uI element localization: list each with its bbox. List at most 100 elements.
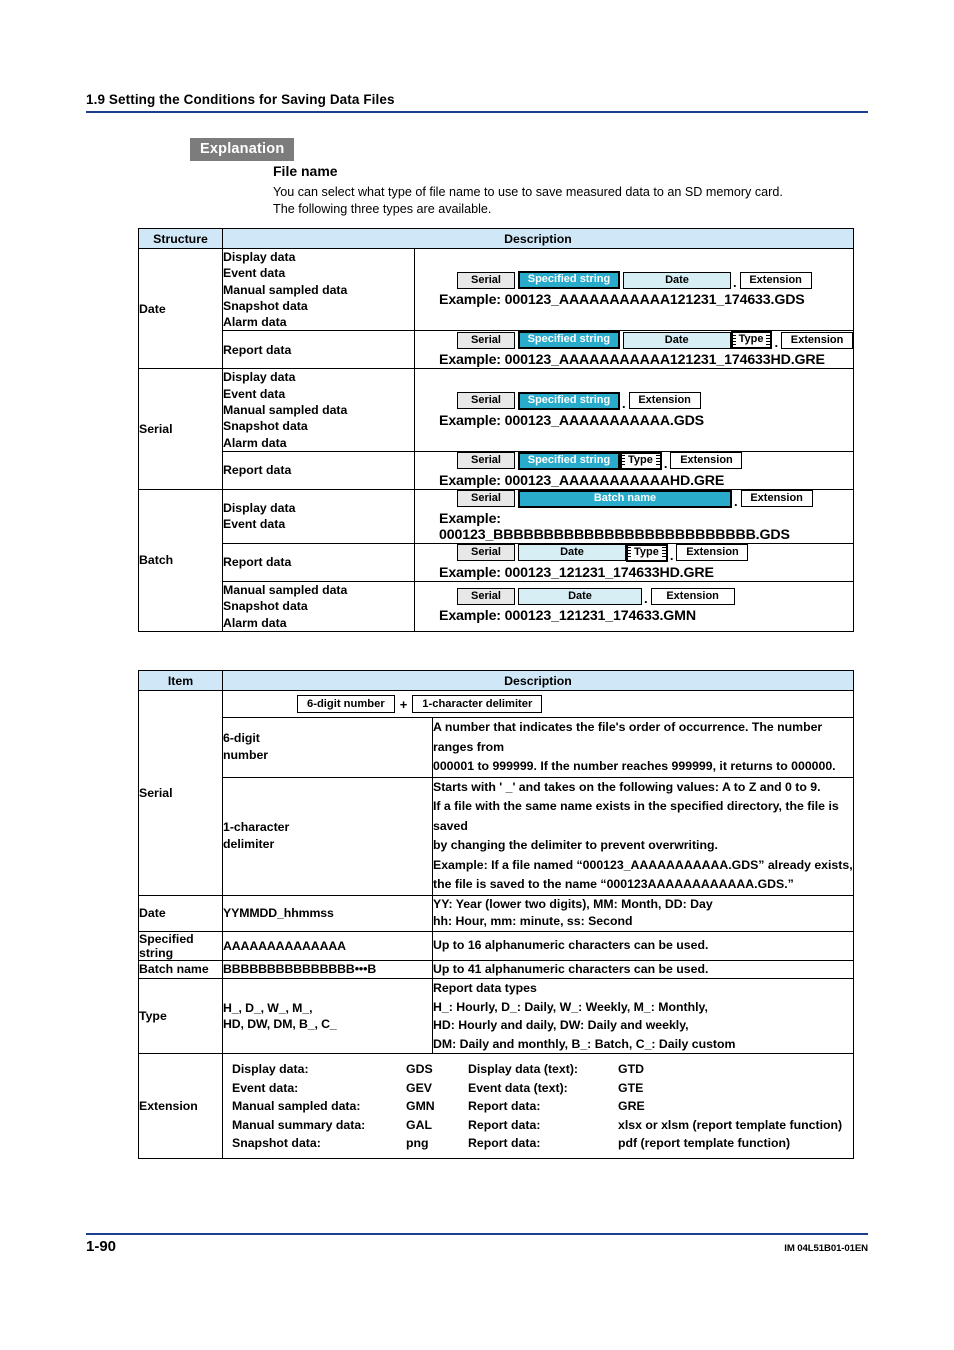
item-cell-date: Date [138,894,223,932]
description-cell: Serial Date . Extension Example: 000123_… [414,580,854,632]
description-cell: Serial Specified string . Extension Exam… [414,368,854,452]
data-type-line: Event data [223,517,286,532]
separator-dot: . [774,335,779,351]
extension-left-value: png [406,1136,429,1150]
example-filename: Example: 000123_AAAAAAAAAAAHD.GRE [439,472,725,489]
filename-diagram: Serial Batch name . Extension [457,489,853,508]
plus-operator: + [399,696,408,712]
item-description-extension: Display data: GDS Display data (text): GTD E… [222,1053,854,1160]
table-row: Report data Serial Date Type . Extension… [139,542,854,582]
extension-right-value: pdf (report template function) [618,1136,791,1150]
table-row: Batch name BBBBBBBBBBBBBBB•••B Up to 41 … [138,959,854,979]
table-row: Manual sampled data Snapshot data Alarm … [139,580,854,632]
desc-line: by changing the delimiter to prevent ove… [433,838,718,852]
filename-diagram: Serial Specified string Date . Extension [457,271,853,291]
item-description-date: YY: Year (lower two digits), MM: Month, … [432,894,854,932]
table-row: Specified string AAAAAAAAAAAAAA Up to 16… [138,930,854,961]
segment-1-character-delimiter: 1-character delimiter [412,695,543,713]
item-description-type: Report data types H_: Hourly, D_: Daily,… [432,977,854,1055]
extension-left-label: Display data: [232,1062,309,1077]
example-filename: Example: 000123_AAAAAAAAAAA.GDS [439,412,704,429]
structure-cell-date: Date [138,247,223,370]
item-detail-table: Item Description Serial 6-digit number +… [138,670,854,1160]
segment-batch-name: Batch name [518,489,732,508]
column-header-description: Description [222,670,854,691]
structure-cell-serial: Serial [138,368,223,490]
table-row: Type H_, D_, W_, M_, HD, DW, DM, B_, C_ … [138,977,854,1055]
sub-item-label-1-character-delimiter: 1-character delimiter [222,776,433,896]
segment-date: Date [623,271,731,289]
desc-line: DM: Daily and monthly, B_: Batch, C_: Da… [433,1036,736,1051]
data-types-cell: Display data Event data Manual sampled d… [222,368,415,452]
segment-serial: Serial [457,392,515,410]
filename-diagram: Serial Specified string Date Type . Exte… [457,331,854,351]
example-filename: Example: 000123_121231_174633.GMN [439,608,696,625]
running-head: 1.9 Setting the Conditions for Saving Da… [86,92,868,113]
structure-table: Structure Description Date Display data … [138,228,854,632]
filename-diagram: Serial Specified string Type . Extension [457,451,853,470]
intro-line-2: The following three types are available. [273,201,492,216]
value-line: HD, DW, DM, B_, C_ [223,1017,337,1032]
data-type-line: Display data [223,501,296,516]
extension-right-label: Display data (text): [468,1062,579,1077]
item-cell-extension: Extension [138,1053,223,1160]
data-type-line: Alarm data [223,615,287,630]
data-type-line: Alarm data [223,315,287,330]
description-cell: Serial Date Type . Extension Example: 00… [414,542,854,582]
label-line: Specified [139,931,194,946]
intro-line-1: You can select what type of file name to… [273,185,783,199]
item-cell-type: Type [138,977,223,1055]
item-value-type: H_, D_, W_, M_, HD, DW, DM, B_, C_ [222,977,433,1055]
table-row: Date Display data Event data Manual samp… [138,247,854,370]
data-types-cell: Manual sampled data Snapshot data Alarm … [222,580,415,632]
value-line: H_, D_, W_, M_, [223,1000,313,1015]
segment-type: Type [620,451,662,470]
data-type-line: Alarm data [223,435,287,450]
table-row: Report data Serial Specified string Type… [139,450,854,490]
separator-dot: . [733,275,737,291]
desc-line: Example: If a file named “000123_AAAAAAA… [433,857,853,872]
table-row: Batch Display data Event data Serial Bat… [138,488,854,632]
item-cell-specified-string: Specified string [138,930,223,961]
extension-right-value: xlsx or xlsm (report template function) [618,1117,843,1132]
table-row: Serial Display data Event data Manual sa… [138,368,854,490]
desc-line: A number that indicates the file's order… [433,720,823,754]
example-filename: Example: 000123_AAAAAAAAAAA121231_174633… [439,292,805,309]
table-row: Extension Display data: GDS Display data (… [138,1053,854,1160]
label-line: string [139,945,174,960]
item-description-batch-name: Up to 41 alphanumeric characters can be … [432,959,854,979]
desc-line: Report data types [433,981,537,995]
desc-line: HD: Hourly and daily, DW: Daily and week… [433,1018,689,1033]
column-header-description: Description [222,228,854,249]
page-title: File name [273,163,338,179]
table-header-row: Item Description [138,670,854,691]
data-type-line: Manual sampled data [223,282,348,297]
extension-right-label: Report data: [468,1117,541,1132]
segment-extension: Extension [628,392,701,410]
serial-composition-diagram: 6-digit number + 1-character delimiter [223,691,853,717]
segment-extension: Extension [739,271,812,289]
data-types-cell: Display data Event data [222,488,415,544]
extension-grid: Display data: GDS Display data (text): GTD E… [223,1054,853,1158]
desc-line: 000001 to 999999. If the number reaches … [433,759,836,773]
table-header-row: Structure Description [138,228,854,249]
extension-left-label: Event data: [232,1080,299,1095]
label-line: 1-character [223,820,290,834]
extension-right-label: Report data: [468,1099,541,1114]
segment-serial: Serial [457,588,515,606]
item-description-specified-string: Up to 16 alphanumeric characters can be … [432,930,854,961]
column-header-item: Item [138,670,223,691]
data-type-line: Snapshot data [223,599,308,614]
sub-item-description: Starts with ' _' and takes on the follow… [432,776,854,896]
item-cell-serial: Serial [138,690,223,896]
table-row: Report data Serial Specified string Date… [139,330,854,370]
data-type-line: Event data [223,386,286,401]
extension-left-label: Manual summary data: [232,1117,366,1132]
segment-serial: Serial [457,271,515,289]
desc-line: H_: Hourly, D_: Daily, W_: Weekly, M_: M… [433,999,708,1014]
segment-date: Date [622,331,731,349]
filename-diagram: Serial Specified string . Extension [457,391,853,410]
segment-extension: Extension [781,331,854,349]
segment-type: Type [730,331,773,350]
item-value-date: YYMMDD_hhmmss [222,894,433,932]
